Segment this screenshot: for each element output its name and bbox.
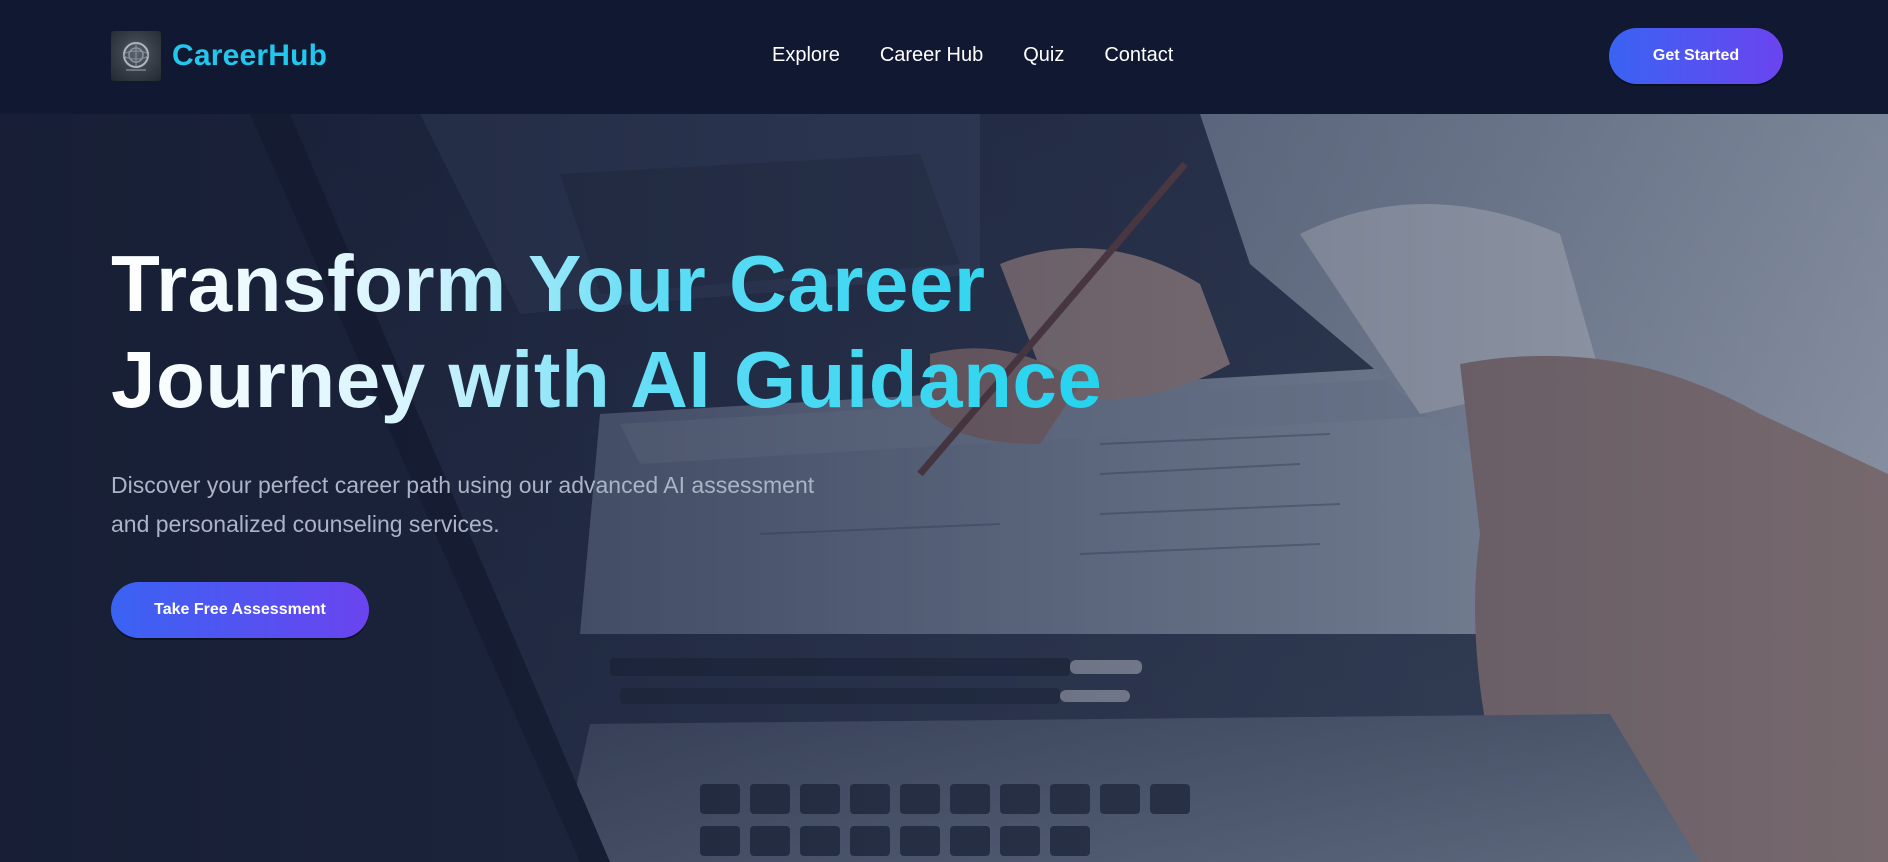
hero-subtitle-line: and personalized counseling services. xyxy=(111,511,500,537)
nav-link-career-hub[interactable]: Career Hub xyxy=(880,44,983,67)
hero-subtitle: Discover your perfect career path using … xyxy=(111,466,891,544)
hero-content: Transform Your Career Journey with AI Gu… xyxy=(111,236,1111,638)
brand-link[interactable]: CareerHub xyxy=(111,31,327,81)
main-nav: Explore Career Hub Quiz Contact xyxy=(772,44,1173,67)
nav-link-quiz[interactable]: Quiz xyxy=(1023,44,1064,67)
nav-link-contact[interactable]: Contact xyxy=(1104,44,1173,67)
top-navbar: CareerHub Explore Career Hub Quiz Contac… xyxy=(0,0,1888,114)
get-started-button[interactable]: Get Started xyxy=(1609,28,1783,84)
hero-subtitle-line: Discover your perfect career path using … xyxy=(111,472,815,498)
brand-name: CareerHub xyxy=(172,39,328,72)
hero-title-line: Journey with AI Guidance xyxy=(111,335,1103,424)
take-free-assessment-button[interactable]: Take Free Assessment xyxy=(111,582,369,638)
landing-page: CareerHub Explore Career Hub Quiz Contac… xyxy=(0,0,1888,862)
globe-emblem-icon xyxy=(111,31,161,81)
hero-title: Transform Your Career Journey with AI Gu… xyxy=(111,236,1111,428)
nav-link-explore[interactable]: Explore xyxy=(772,44,840,67)
hero-title-line: Transform Your Career xyxy=(111,239,986,328)
